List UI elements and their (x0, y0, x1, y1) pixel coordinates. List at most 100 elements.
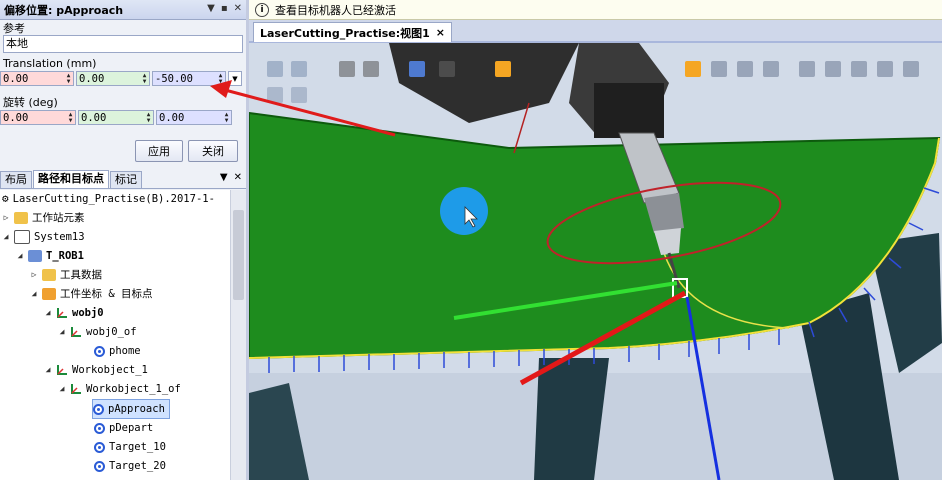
target-icon (94, 422, 105, 434)
close-tab-icon[interactable]: × (436, 26, 445, 39)
collapse-icon[interactable]: ◢ (30, 285, 38, 303)
tree-station[interactable]: ⚙ LaserCutting_Practise(B).2017-1- (2, 190, 215, 208)
collapse-icon[interactable]: ◢ (44, 361, 52, 379)
frame-icon (71, 384, 81, 394)
collapse-icon[interactable]: ◢ (2, 228, 10, 246)
measure-tools-icon[interactable] (903, 61, 919, 77)
robot-task-icon (28, 250, 42, 262)
snap-center-icon[interactable] (711, 61, 727, 77)
snap-icon[interactable] (495, 61, 511, 77)
translation-x-field[interactable]: 0.00 ▲ ▼ (0, 71, 74, 86)
stop-icon[interactable] (291, 87, 307, 103)
reference-select[interactable]: 本地 (3, 35, 243, 53)
measure-diameter-icon[interactable] (851, 61, 867, 77)
pin-icon[interactable]: ▪ (221, 3, 228, 14)
measure-min-distance-icon[interactable] (877, 61, 893, 77)
workobject-folder-icon (42, 288, 56, 300)
tree-item-selected[interactable]: pApproach (92, 399, 170, 419)
rotation-z-field[interactable]: 0.00 ▲ ▼ (156, 110, 232, 125)
measure-distance-icon[interactable] (799, 61, 815, 77)
view-icon[interactable] (267, 61, 283, 77)
spinner-icon[interactable]: ▲ ▼ (222, 111, 231, 124)
station-icon: ⚙ (2, 192, 9, 205)
3d-viewport[interactable] (249, 43, 942, 480)
tree-item[interactable]: ◢ wobj0_of (58, 323, 137, 341)
zoom-icon[interactable] (291, 61, 307, 77)
tab-tags[interactable]: 标记 (110, 171, 142, 188)
rotation-label: 旋转 (deg) (3, 96, 58, 109)
translation-y-field[interactable]: 0.00 ▲ ▼ (76, 71, 150, 86)
select-target-icon[interactable] (409, 61, 425, 77)
paths-targets-tree: ⚙ LaserCutting_Practise(B).2017-1- ▷ 工作站… (0, 190, 230, 480)
dropdown-icon[interactable]: ▼ (207, 3, 215, 14)
tab-paths-targets[interactable]: 路径和目标点 (33, 170, 109, 188)
tree-item[interactable]: ◢ wobj0 (44, 304, 104, 322)
robot-flange (594, 83, 664, 138)
tooldata-icon (42, 269, 56, 281)
info-icon: i (255, 2, 269, 17)
snap-grid-icon[interactable] (763, 61, 779, 77)
cursor-highlight (440, 187, 488, 235)
folder-icon (14, 212, 28, 224)
3d-scene[interactable] (249, 43, 942, 480)
measure-angle-icon[interactable] (825, 61, 841, 77)
target-icon (94, 441, 105, 453)
translation-z-field[interactable]: -50.00 ▲ ▼ (152, 71, 226, 86)
play-icon[interactable] (267, 87, 283, 103)
tree-item[interactable]: ▷ 工具数据 (30, 266, 102, 284)
tree-scrollbar[interactable] (230, 190, 247, 480)
target-icon (94, 460, 105, 472)
tree-item[interactable]: Target_20 (94, 457, 166, 475)
info-bar: i 查看目标机器人已经激活 (249, 0, 942, 20)
frame-icon (57, 308, 67, 318)
tree-item[interactable]: ▷ 工作站元素 (2, 209, 85, 227)
tree-item[interactable]: ◢ System13 (2, 228, 85, 246)
select-body-icon[interactable] (339, 61, 355, 77)
close-icon[interactable]: ✕ (234, 172, 242, 183)
collapse-icon[interactable]: ◢ (58, 380, 66, 398)
frame-icon (57, 365, 67, 375)
close-icon[interactable]: ✕ (234, 3, 242, 14)
collapse-icon[interactable]: ◢ (16, 247, 24, 265)
rotation-x-field[interactable]: 0.00 ▲ ▼ (0, 110, 76, 125)
offset-panel-title: 偏移位置: pApproach (4, 3, 124, 17)
tree-item[interactable]: Target_10 (94, 438, 166, 456)
3d-toolbar (249, 59, 942, 103)
select-part-icon[interactable] (363, 61, 379, 77)
snap-edge-icon[interactable] (685, 61, 701, 77)
tree-item[interactable]: ◢ T_ROB1 (16, 247, 84, 265)
document-tab-bar: LaserCutting_Practise:视图1 × (249, 20, 942, 43)
tree-item[interactable]: phome (94, 342, 141, 360)
spinner-icon[interactable]: ▲ ▼ (66, 111, 75, 124)
spinner-icon[interactable]: ▲ ▼ (144, 111, 153, 124)
collapse-icon[interactable]: ◢ (58, 323, 66, 341)
translation-label: Translation (mm) (3, 57, 97, 70)
tree-item[interactable]: ◢ Workobject_1 (44, 361, 148, 379)
target-icon (93, 403, 104, 415)
tree-item[interactable]: ◢ 工件坐标 & 目标点 (30, 285, 152, 303)
tree-item[interactable]: pDepart (94, 419, 153, 437)
reference-value: 本地 (6, 37, 28, 50)
close-button[interactable]: 关闭 (188, 140, 238, 162)
rotation-y-field[interactable]: 0.00 ▲ ▼ (78, 110, 154, 125)
tab-view1[interactable]: LaserCutting_Practise:视图1 × (253, 22, 452, 42)
spinner-icon[interactable]: ▲ ▼ (140, 72, 149, 85)
apply-button[interactable]: 应用 (135, 140, 183, 162)
collapse-icon[interactable]: ◢ (44, 304, 52, 322)
expand-icon[interactable]: ▷ (2, 209, 10, 227)
offset-panel-header: 偏移位置: pApproach ▼ ▪ ✕ (0, 0, 246, 20)
expand-icon[interactable]: ▷ (30, 266, 38, 284)
info-message: 查看目标机器人已经激活 (275, 3, 396, 17)
tab-layout[interactable]: 布局 (0, 171, 32, 188)
target-icon (94, 345, 105, 357)
tree-item[interactable]: ◢ Workobject_1_of (58, 380, 181, 398)
translation-dropdown-icon[interactable]: ▼ (228, 71, 242, 86)
spinner-icon[interactable]: ▲ ▼ (64, 72, 73, 85)
left-panel: 偏移位置: pApproach ▼ ▪ ✕ 参考 本地 Translation … (0, 0, 247, 480)
select-frame-icon[interactable] (439, 61, 455, 77)
view-tab-label: LaserCutting_Practise:视图1 (260, 26, 430, 40)
scrollbar-thumb[interactable] (233, 210, 244, 300)
snap-local-icon[interactable] (737, 61, 753, 77)
spinner-icon[interactable]: ▲ ▼ (216, 72, 225, 85)
dropdown-icon[interactable]: ▼ (220, 172, 228, 183)
